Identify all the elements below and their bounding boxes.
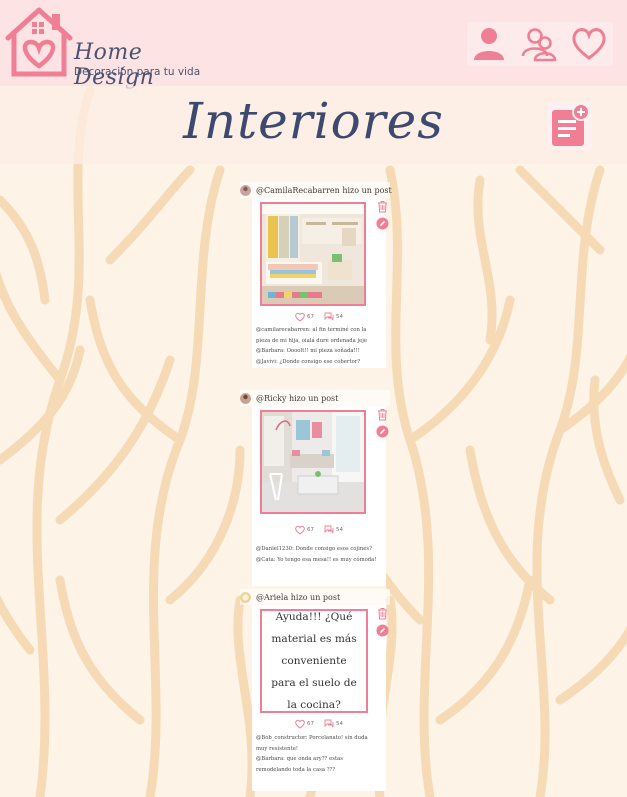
delete-button[interactable]	[376, 200, 389, 214]
post-author-line[interactable]: @Ariela hizo un post	[256, 593, 340, 602]
heart-icon	[295, 312, 305, 322]
comment-line: @Barbara: que onda ary?? estas	[256, 756, 343, 762]
kids-bedroom-photo	[262, 204, 364, 304]
edit-button[interactable]	[376, 425, 389, 439]
pencil-icon	[376, 425, 389, 438]
like-button[interactable]: 67	[295, 719, 314, 729]
comments-button[interactable]: 54	[324, 525, 343, 535]
pencil-icon	[376, 217, 389, 230]
delete-button[interactable]	[376, 408, 389, 422]
post-card: 67 54 @camilarecabarren: al fin terminé …	[252, 198, 389, 368]
comments-count: 54	[336, 527, 343, 533]
edit-button[interactable]	[376, 624, 389, 638]
posts-feed: @CamilaRecabarren hizo un post 67 54 @ca…	[0, 0, 627, 797]
post-image[interactable]	[260, 202, 366, 306]
avatar[interactable]	[240, 184, 251, 196]
comments-icon	[324, 312, 334, 321]
post: @Ariela hizo un post Ayuda!!! ¿Qué mater…	[236, 589, 392, 791]
post: @CamilaRecabarren hizo un post 67 54 @ca…	[236, 182, 392, 372]
likes-count: 67	[307, 527, 314, 533]
comment-line: @Cata: Yo tengo esa mesa!! es muy cómoda…	[256, 556, 377, 563]
like-button[interactable]: 67	[295, 312, 314, 322]
post-header: @Ariela hizo un post	[240, 589, 390, 605]
comments-count: 54	[336, 314, 343, 320]
avatar[interactable]	[240, 392, 251, 404]
comment-line: @Javivi: ¿Donde consigo ese cobertor?	[256, 358, 361, 365]
like-button[interactable]: 67	[295, 525, 314, 535]
comment-line: remodelando toda la casa ???	[256, 766, 336, 773]
comments-list: @Bob_constructor: Porcelanato! sin duda …	[256, 733, 386, 775]
post-author-line[interactable]: @Ricky hizo un post	[256, 394, 338, 403]
heart-icon	[295, 719, 305, 729]
post-stats: 67 54	[252, 311, 386, 323]
post-header: @CamilaRecabarren hizo un post	[240, 182, 392, 198]
comments-list: @Daniel1230: Donde consigo esos cojines?…	[256, 544, 386, 565]
likes-count: 67	[307, 314, 314, 320]
comment-line: muy resistente!	[256, 745, 298, 752]
comments-button[interactable]: 54	[324, 312, 343, 322]
comment-line: @camilarecabarren: al fin terminé con la	[256, 327, 367, 333]
comments-icon	[324, 525, 334, 534]
post-header: @Ricky hizo un post	[240, 390, 390, 406]
pencil-icon	[376, 624, 389, 637]
post-card: 67 54 @Daniel1230: Donde consigo esos co…	[252, 406, 389, 586]
comments-count: 54	[336, 721, 343, 727]
likes-count: 67	[307, 721, 314, 727]
post-stats: 67 54	[252, 718, 386, 730]
comment-line: pieza de mi hija, oialá dure ordenada je…	[256, 337, 368, 344]
comment-line: @Bob_constructor: Porcelanato! sin duda	[256, 735, 368, 741]
comments-button[interactable]: 54	[324, 719, 343, 729]
post-stats: 67 54	[252, 524, 386, 536]
heart-icon	[295, 525, 305, 535]
comments-icon	[324, 719, 334, 728]
post-author-line[interactable]: @CamilaRecabarren hizo un post	[256, 186, 392, 195]
post-card: Ayuda!!! ¿Qué material es más convenient…	[252, 605, 389, 791]
delete-button[interactable]	[376, 607, 389, 621]
comments-list: @camilarecabarren: al fin terminé con la…	[256, 325, 386, 367]
living-room-photo	[262, 412, 364, 512]
trash-icon	[378, 608, 387, 620]
post-image[interactable]	[260, 410, 366, 514]
comment-line: @Daniel1230: Donde consigo esos cojines?	[256, 546, 372, 552]
post: @Ricky hizo un post 67 54 @Daniel1230: D…	[236, 390, 392, 586]
comment-line: @Barbara: Oooolt!! mi pieza soñada!!!	[256, 348, 360, 354]
post-text[interactable]: Ayuda!!! ¿Qué material es más convenient…	[260, 609, 368, 713]
avatar[interactable]	[240, 591, 251, 603]
edit-button[interactable]	[376, 217, 389, 231]
trash-icon	[378, 201, 387, 213]
trash-icon	[378, 409, 387, 421]
